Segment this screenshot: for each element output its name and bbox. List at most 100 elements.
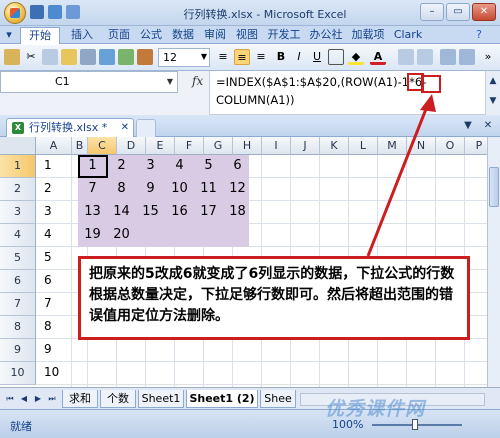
tab-addins[interactable]: 加载项 — [348, 27, 388, 44]
select-all-corner[interactable] — [0, 137, 36, 155]
tab-mini-icon[interactable]: ▾ — [2, 27, 16, 44]
scrollbar-thumb[interactable] — [489, 167, 499, 207]
matrix-cell[interactable]: 14 — [107, 201, 136, 223]
column-header-o[interactable]: O — [436, 137, 465, 155]
cell-a4[interactable]: 4 — [44, 227, 52, 241]
format-painter-icon[interactable] — [61, 49, 77, 65]
expand-formula-icon[interactable]: ▲ ▼ — [485, 71, 500, 115]
chart-icon[interactable] — [99, 49, 115, 65]
prev-sheet-icon[interactable]: ◀ — [18, 393, 30, 405]
borders-icon[interactable] — [328, 49, 344, 65]
column-header-m[interactable]: M — [378, 137, 407, 155]
matrix-cell[interactable]: 20 — [107, 224, 136, 246]
matrix-cell[interactable]: 2 — [107, 155, 136, 177]
fill-color-icon[interactable]: ◆ — [348, 49, 364, 65]
matrix-cell[interactable]: 6 — [223, 155, 252, 177]
column-header-j[interactable]: J — [291, 137, 320, 155]
restore-button[interactable]: ▭ — [446, 3, 470, 21]
align-right-icon[interactable]: ≡ — [253, 49, 269, 65]
help-icon[interactable]: ? — [470, 27, 488, 44]
first-sheet-icon[interactable]: ⏮ — [4, 393, 16, 405]
matrix-cell[interactable]: 3 — [136, 155, 165, 177]
cell-a6[interactable]: 6 — [44, 273, 52, 287]
function-icon[interactable]: fx — [192, 74, 203, 88]
bold-button[interactable]: B — [273, 49, 289, 65]
sheet-tab-sheet1-2[interactable]: Sheet1 (2) — [186, 390, 258, 408]
align-left-icon[interactable]: ≡ — [215, 49, 231, 65]
font-size-combo[interactable]: 12 ▼ — [158, 48, 210, 67]
column-header-d[interactable]: D — [117, 137, 146, 155]
cell-a8[interactable]: 8 — [44, 319, 52, 333]
tab-formulas[interactable]: 公式 — [136, 27, 166, 44]
column-header-n[interactable]: N — [407, 137, 436, 155]
close-icon[interactable]: ✕ — [121, 119, 129, 136]
more-options-icon[interactable]: » — [480, 49, 496, 65]
italic-button[interactable]: I — [291, 49, 307, 65]
matrix-cell[interactable]: 12 — [223, 178, 252, 200]
column-header-l[interactable]: L — [349, 137, 378, 155]
row-header-8[interactable]: 8 — [0, 316, 36, 339]
row-header-1[interactable]: 1 — [0, 155, 36, 178]
tab-developer[interactable]: 开发工 — [264, 27, 304, 44]
column-header-i[interactable]: I — [262, 137, 291, 155]
matrix-cell[interactable]: 10 — [165, 178, 194, 200]
office-button[interactable] — [4, 2, 26, 24]
name-box[interactable]: C1 ▼ — [0, 71, 178, 93]
matrix-cell[interactable]: 11 — [194, 178, 223, 200]
vertical-scrollbar[interactable] — [487, 137, 500, 387]
redo-icon[interactable] — [66, 5, 80, 19]
cell-a7[interactable]: 7 — [44, 296, 52, 310]
tab-data[interactable]: 数据 — [168, 27, 198, 44]
column-header-f[interactable]: F — [175, 137, 204, 155]
matrix-cell[interactable]: 5 — [194, 155, 223, 177]
column-header-p[interactable]: P — [465, 137, 487, 155]
row-header-5[interactable]: 5 — [0, 247, 36, 270]
tab-insert[interactable]: 插入 — [62, 27, 102, 44]
matrix-cell[interactable]: 8 — [107, 178, 136, 200]
new-workbook-tab[interactable] — [136, 119, 156, 137]
column-header-h[interactable]: H — [233, 137, 262, 155]
formula-input[interactable]: =INDEX($A$1:$A$20,(ROW(A1)-1*6- COLUMN(A… — [210, 71, 485, 115]
matrix-cell[interactable]: 13 — [78, 201, 107, 223]
workbook-menu-icon[interactable]: ▼ — [460, 119, 476, 133]
sheet-tab-shee[interactable]: Shee — [260, 390, 296, 408]
paste-icon[interactable] — [4, 49, 20, 65]
tab-view[interactable]: 视图 — [232, 27, 262, 44]
column-header-c[interactable]: C — [88, 137, 117, 155]
workbook-close-icon[interactable]: ✕ — [480, 119, 496, 133]
tab-page[interactable]: 页面 — [104, 27, 134, 44]
last-sheet-icon[interactable]: ⏭ — [46, 393, 58, 405]
save-icon[interactable] — [30, 5, 44, 19]
print-icon[interactable] — [80, 49, 96, 65]
chevron-down-icon[interactable]: ▼ — [167, 72, 173, 92]
undo-icon[interactable] — [48, 5, 62, 19]
matrix-cell[interactable]: 16 — [165, 201, 194, 223]
cell-a9[interactable]: 9 — [44, 342, 52, 356]
tab-home[interactable]: 开始 — [20, 27, 60, 44]
matrix-cell[interactable]: 4 — [165, 155, 194, 177]
matrix-cell[interactable]: 17 — [194, 201, 223, 223]
row-header-2[interactable]: 2 — [0, 178, 36, 201]
copy-icon[interactable] — [42, 49, 58, 65]
font-color-icon[interactable]: A — [370, 49, 386, 65]
row-header-10[interactable]: 10 — [0, 362, 36, 385]
sheet-tab-sum[interactable]: 求和 — [62, 390, 98, 408]
cut-icon[interactable]: ✂ — [23, 49, 39, 65]
matrix-cell[interactable]: 7 — [78, 178, 107, 200]
minimize-button[interactable]: – — [420, 3, 444, 21]
wrap-text-icon[interactable] — [459, 49, 475, 65]
merge-cells-icon[interactable] — [440, 49, 456, 65]
matrix-cell[interactable]: 19 — [78, 224, 107, 246]
cell-a1[interactable]: 1 — [44, 158, 52, 172]
sort-icon[interactable] — [118, 49, 134, 65]
column-header-k[interactable]: K — [320, 137, 349, 155]
column-header-b[interactable]: B — [72, 137, 88, 155]
column-header-e[interactable]: E — [146, 137, 175, 155]
row-header-9[interactable]: 9 — [0, 339, 36, 362]
row-header-6[interactable]: 6 — [0, 270, 36, 293]
underline-button[interactable]: U — [309, 49, 325, 65]
sheet-tab-sheet1[interactable]: Sheet1 — [138, 390, 184, 408]
matrix-cell[interactable]: 18 — [223, 201, 252, 223]
sheet-tab-count[interactable]: 个数 — [100, 390, 136, 408]
tab-office-club[interactable]: 办公社 — [306, 27, 346, 44]
